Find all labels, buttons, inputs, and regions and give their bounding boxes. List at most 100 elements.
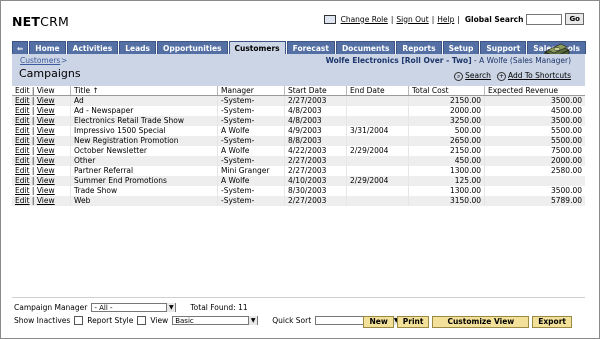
chevron-down-icon: ▼ [248,316,258,325]
edit-link[interactable]: Edit [15,186,30,195]
tab-forecast[interactable]: Forecast [286,41,335,54]
tab-customers[interactable]: Customers [228,41,286,54]
cell-total-cost: 125.00 [408,176,485,186]
edit-link[interactable]: Edit [15,96,30,105]
cell-title: Summer End Promotions [70,176,218,186]
row-actions: Edit | View [12,136,71,146]
page-header: Customers > Wolfe Electronics [Roll Over… [12,54,585,86]
chevron-down-icon: ▼ [166,303,176,312]
edit-link[interactable]: Edit [15,166,30,175]
global-search-input[interactable] [526,13,563,25]
campaign-manager-select[interactable]: - All - ▼ [91,303,177,312]
row-actions: Edit | View [12,126,71,136]
cell-end-date [346,156,409,166]
edit-link[interactable]: Edit [15,116,30,125]
pipe-separator: | [31,116,35,125]
show-inactives-checkbox[interactable] [74,316,84,325]
print-button[interactable]: Print [396,316,430,328]
tab-opportunities[interactable]: Opportunities [156,41,228,54]
edit-link[interactable]: Edit [15,176,30,185]
table-row: Edit | View Electronics Retail Trade Show… [12,116,585,126]
cell-start-date: 2/27/2003 [284,156,347,166]
view-link[interactable]: View [37,96,55,105]
footer-options-row: Show Inactives Report Style View Basic ▼ … [14,316,402,325]
edit-link[interactable]: Edit [15,126,30,135]
view-link[interactable]: View [37,196,55,205]
help-link[interactable]: Help [437,15,454,24]
pipe-separator: | [31,146,35,155]
export-button[interactable]: Export [532,316,572,328]
tab-home[interactable]: Home [29,41,66,54]
cell-end-date [346,196,409,206]
col-end-date[interactable]: End Date [346,86,409,96]
cell-end-date [346,116,409,126]
edit-link[interactable]: Edit [15,136,30,145]
header-actions: ⌕ Search + Add To Shortcuts [454,71,571,81]
edit-link[interactable]: Edit [15,106,30,115]
view-link[interactable]: View [37,166,55,175]
row-actions: Edit | View [12,196,71,206]
view-link[interactable]: View [37,146,55,155]
tab-reports[interactable]: Reports [396,41,442,54]
table-row: Edit | View Ad - Newspaper -System- 4/8/200… [12,106,585,116]
tab-back-arrow[interactable]: ⇐ [12,41,29,54]
change-role-icon[interactable] [323,14,336,24]
total-found: Total Found: 11 [190,303,248,312]
cell-total-cost: 3150.00 [408,196,485,206]
go-button[interactable]: Go [565,13,584,25]
pipe-separator: | [31,186,35,195]
edit-link[interactable]: Edit [15,196,30,205]
cell-manager: -System- [217,156,285,166]
row-actions: Edit | View [12,176,71,186]
view-link[interactable]: View [37,176,55,185]
sign-out-link[interactable]: Sign Out [396,15,428,24]
table-row: Edit | View New Registration Promotion -Sy… [12,136,585,146]
cell-manager: -System- [217,95,285,106]
edit-link[interactable]: Edit [15,146,30,155]
cell-start-date: 2/27/2003 [284,95,347,106]
add-shortcuts-action[interactable]: + Add To Shortcuts [496,71,571,81]
tab-documents[interactable]: Documents [335,41,396,54]
cell-manager: -System- [217,116,285,126]
tab-support[interactable]: Support [480,41,527,54]
col-total-cost[interactable]: Total Cost [408,86,485,96]
search-link[interactable]: Search [465,71,491,80]
footer-filter-row: Campaign Manager - All - ▼ Total Found: 1… [14,303,248,312]
cell-start-date: 2/27/2003 [284,196,347,206]
cell-manager: -System- [217,136,285,146]
table-header-row: Edit | View Title ↑ Manager Start Date E… [12,86,585,96]
tab-leads[interactable]: Leads [119,41,156,54]
breadcrumb-customers[interactable]: Customers [20,56,60,65]
cell-manager: Mini Granger [217,166,285,176]
cell-expected-revenue: 4500.00 [484,106,585,116]
tab-activities[interactable]: Activities [66,41,119,54]
view-link[interactable]: View [37,156,55,165]
view-link[interactable]: View [37,186,55,195]
view-link[interactable]: View [37,106,55,115]
view-link[interactable]: View [37,126,55,135]
add-shortcuts-link[interactable]: Add To Shortcuts [508,71,571,80]
cell-expected-revenue: 2000.00 [484,156,585,166]
edit-link[interactable]: Edit [15,156,30,165]
page-title: Campaigns [19,67,81,80]
col-start-date[interactable]: Start Date [284,86,347,96]
customize-view-button[interactable]: Customize View [432,316,530,328]
col-title[interactable]: Title ↑ [70,86,218,96]
report-style-checkbox[interactable] [137,316,147,325]
view-select[interactable]: Basic ▼ [172,316,259,325]
col-manager[interactable]: Manager [217,86,285,96]
search-action[interactable]: ⌕ Search [454,71,491,81]
new-button[interactable]: New [363,316,394,328]
col-expected-revenue[interactable]: Expected Revenue [484,86,585,96]
tab-setup[interactable]: Setup [442,41,480,54]
row-actions: Edit | View [12,146,71,156]
cell-total-cost: 450.00 [408,156,485,166]
change-role-link[interactable]: Change Role [341,15,388,24]
cell-total-cost: 500.00 [408,126,485,136]
view-link[interactable]: View [37,136,55,145]
view-link[interactable]: View [37,116,55,125]
row-actions: Edit | View [12,116,71,126]
cell-title: New Registration Promotion [70,136,218,146]
cell-end-date: 2/29/2004 [346,146,409,156]
cell-title: Other [70,156,218,166]
